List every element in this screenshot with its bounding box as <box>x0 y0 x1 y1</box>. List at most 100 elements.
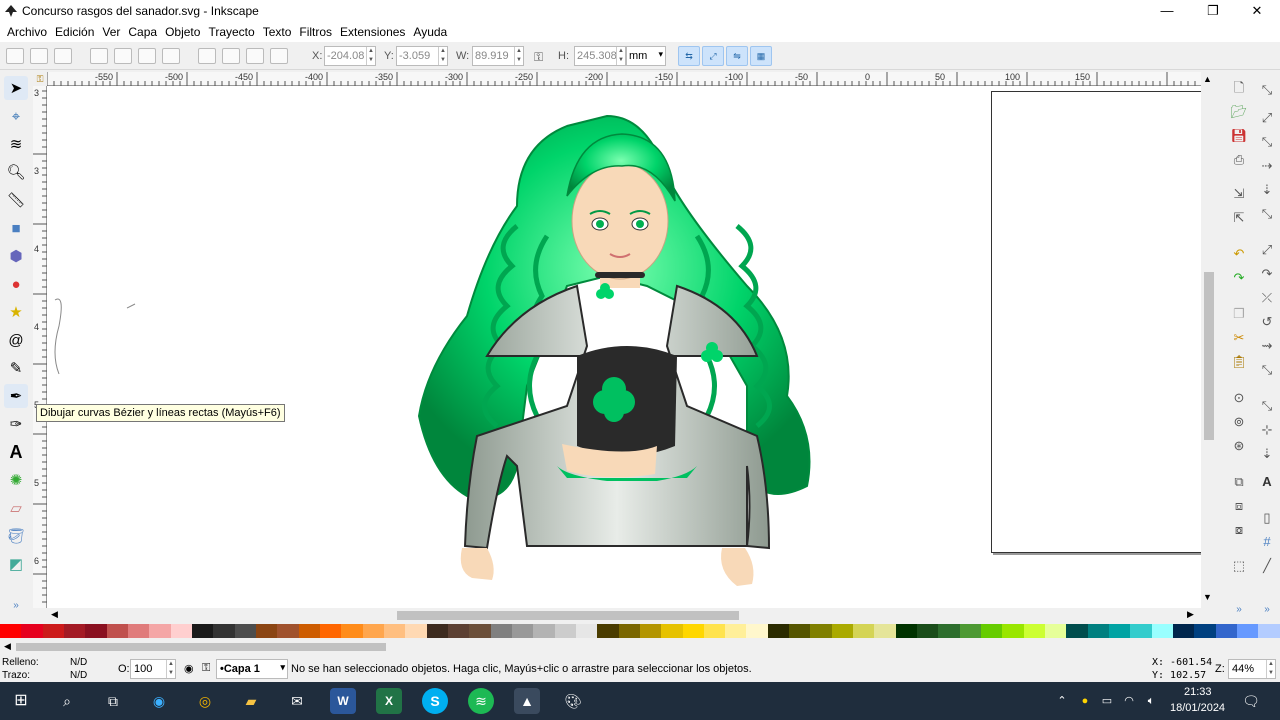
palette-swatch[interactable] <box>1194 624 1216 638</box>
snap-page-border-icon[interactable]: ▯ <box>1257 508 1277 528</box>
zoom-tool-icon[interactable]: 🔍︎ <box>4 160 28 184</box>
clock-date[interactable]: 18/01/2024 <box>1170 702 1225 714</box>
palette-swatch[interactable] <box>554 624 576 638</box>
raise-to-top-icon[interactable] <box>198 48 216 64</box>
palette-swatch[interactable] <box>298 624 320 638</box>
y-input[interactable]: -3.059 ▲ ▼ <box>396 46 448 66</box>
move-gradients-toggle[interactable]: ⇋ <box>726 46 748 66</box>
palette-swatch[interactable] <box>810 624 832 638</box>
unlink-clone-icon[interactable]: ⧇ <box>1229 520 1249 540</box>
palette-swatch[interactable] <box>1109 624 1131 638</box>
menu-archivo[interactable]: Archivo <box>7 25 47 39</box>
eraser-tool-icon[interactable]: ▱ <box>4 496 28 520</box>
palette-swatch[interactable] <box>1173 624 1195 638</box>
y-spin-arrows[interactable]: ▲ ▼ <box>438 47 447 65</box>
palette-swatch[interactable] <box>703 624 726 638</box>
node-tool-icon[interactable]: ⌖ <box>4 104 28 128</box>
palette-swatch[interactable] <box>319 624 342 638</box>
import-icon[interactable]: ⇲ <box>1229 184 1249 204</box>
chrome-browser-icon[interactable]: ◎ <box>192 688 218 714</box>
rotate-ccw-icon[interactable] <box>90 48 108 64</box>
palette-swatch[interactable] <box>127 624 150 638</box>
flip-vertical-icon[interactable] <box>162 48 180 64</box>
vertical-scrollbar[interactable]: ▲ ▼ <box>1201 72 1217 608</box>
menu-trayecto[interactable]: Trayecto <box>208 25 254 39</box>
skype-icon[interactable]: S <box>422 688 448 714</box>
zoom-input[interactable]: 44% ▲ ▼ <box>1228 659 1276 679</box>
duplicate-icon[interactable]: ⧉ <box>1229 472 1249 492</box>
star-tool-icon[interactable]: ★ <box>4 300 28 324</box>
palette-swatch[interactable] <box>981 624 1003 638</box>
export-icon[interactable]: ⇱ <box>1229 208 1249 228</box>
palette-swatch[interactable] <box>959 624 982 638</box>
expand-commands-icon[interactable]: » <box>1229 600 1249 620</box>
flip-horizontal-icon[interactable] <box>138 48 156 64</box>
bucket-tool-icon[interactable]: 🪣︎ <box>4 524 28 548</box>
rect-tool-icon[interactable]: ■ <box>4 216 28 240</box>
palette-swatch[interactable] <box>767 624 790 638</box>
palette-swatch[interactable] <box>405 624 427 638</box>
palette-swatch[interactable] <box>895 624 918 638</box>
file-explorer-icon[interactable]: ▰ <box>238 688 264 714</box>
spiral-tool-icon[interactable]: @ <box>4 328 28 352</box>
zoom-page-icon[interactable]: ⊛ <box>1229 436 1249 456</box>
snap-text-icon[interactable]: A <box>1257 472 1277 492</box>
scroll-right-icon[interactable]: ▶ <box>1187 609 1194 620</box>
palette-swatch[interactable] <box>639 624 662 638</box>
calligraphy-tool-icon[interactable]: ✑ <box>4 412 28 436</box>
mail-icon[interactable]: ✉ <box>284 688 310 714</box>
undo-icon[interactable]: ↶ <box>1229 244 1249 264</box>
palette-swatch[interactable] <box>1066 624 1088 638</box>
palette-swatch[interactable] <box>938 624 960 638</box>
palette-scroll-left-icon[interactable]: ◀ <box>4 641 11 652</box>
palette-swatch[interactable] <box>533 624 555 638</box>
palette-swatch[interactable] <box>426 624 448 638</box>
palette-swatch[interactable] <box>661 624 683 638</box>
w-input[interactable]: 89.919 ▲ ▼ <box>472 46 524 66</box>
palette-swatch[interactable] <box>853 624 875 638</box>
snap-enable-icon[interactable]: ⤡ <box>1257 80 1277 100</box>
palette-swatch[interactable] <box>362 624 384 638</box>
bezier-tool-icon[interactable]: ✒ <box>4 384 28 408</box>
palette-swatch[interactable] <box>63 624 86 638</box>
palette-swatch[interactable] <box>191 624 214 638</box>
menu-ayuda[interactable]: Ayuda <box>413 25 447 39</box>
stroke-value[interactable]: N/D <box>70 670 87 681</box>
palette-swatch[interactable] <box>21 624 43 638</box>
vertical-scroll-thumb[interactable] <box>1204 272 1214 440</box>
scale-corners-toggle[interactable]: ⤢ <box>702 46 724 66</box>
palette-swatch[interactable] <box>149 624 171 638</box>
cut-icon[interactable]: ✂ <box>1229 328 1249 348</box>
h-spin-arrows[interactable]: ▲ ▼ <box>616 47 625 65</box>
palette-swatch[interactable] <box>85 624 107 638</box>
vertical-ruler[interactable]: 3344556 <box>33 83 47 608</box>
group-icon[interactable]: ⬚ <box>1229 556 1249 576</box>
palette-swatch[interactable] <box>341 624 363 638</box>
volume-icon[interactable]: 🔈︎ <box>1142 688 1160 714</box>
snap-grid-icon[interactable]: # <box>1257 532 1277 552</box>
snap-paths-icon[interactable]: ↷ <box>1257 264 1277 284</box>
palette-swatch[interactable] <box>0 624 22 638</box>
w-spin-arrows[interactable]: ▲ ▼ <box>514 47 523 65</box>
spray-tool-icon[interactable]: ✺ <box>4 468 28 492</box>
scale-stroke-toggle[interactable]: ⇆ <box>678 46 700 66</box>
palette-swatch[interactable] <box>170 624 192 638</box>
snap-centers-icon[interactable]: ⤡ <box>1257 396 1277 416</box>
layer-select[interactable]: •Capa 1 ▾ <box>216 659 288 679</box>
save-document-icon[interactable]: 💾︎ <box>1229 126 1249 146</box>
measure-tool-icon[interactable]: 📏︎ <box>4 188 28 212</box>
clone-icon[interactable]: ⧈ <box>1229 496 1249 516</box>
x-spin-arrows[interactable]: ▲ ▼ <box>366 47 375 65</box>
palette-swatch[interactable] <box>1237 624 1259 638</box>
horizontal-ruler[interactable]: -550 -500 -450 -400 -350 -300 -250 -200 -150 -100… <box>46 72 1201 86</box>
snap-bbox-icon[interactable]: ⤢ <box>1257 108 1277 128</box>
expand-snap-icon[interactable]: » <box>1257 600 1277 620</box>
palette-swatch[interactable] <box>234 624 256 638</box>
palette-swatch[interactable] <box>917 624 939 638</box>
ellipse-tool-icon[interactable]: ● <box>4 272 28 296</box>
show-hidden-icons[interactable]: ⌃ <box>1054 688 1070 714</box>
drawing-canvas[interactable] <box>47 86 1201 608</box>
palette-swatch[interactable] <box>1258 624 1280 638</box>
lock-icon[interactable]: ⚿ <box>534 50 543 65</box>
tweak-tool-icon[interactable]: ≋ <box>4 132 28 156</box>
